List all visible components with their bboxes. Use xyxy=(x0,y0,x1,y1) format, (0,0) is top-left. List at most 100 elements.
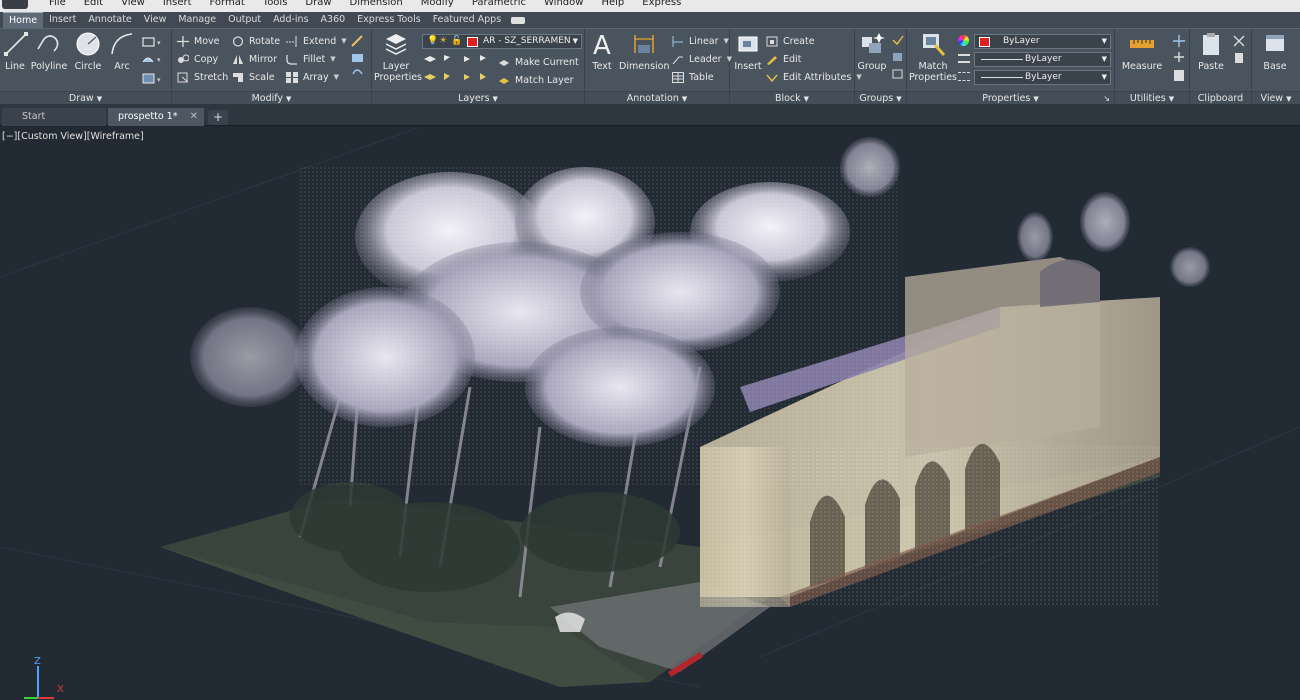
menu-express[interactable]: Express xyxy=(633,0,690,9)
tab-output[interactable]: Output xyxy=(222,12,267,28)
base-button[interactable]: Base xyxy=(1262,31,1288,72)
draw-panel-title[interactable]: Draw ▼ xyxy=(0,91,171,105)
circle-label: Circle xyxy=(74,61,102,72)
layer-dropdown[interactable]: 💡 ☀ 🔓 AR - SZ_SERRAMEN ▼ xyxy=(422,34,582,49)
tab-insert[interactable]: Insert xyxy=(43,12,82,28)
close-icon[interactable]: ✕ xyxy=(190,108,198,126)
line-label: Line xyxy=(5,61,25,72)
menu-help[interactable]: Help xyxy=(592,0,633,9)
modify-panel-title[interactable]: Modify ▼ xyxy=(172,91,371,105)
clipboard-title-text: Clipboard xyxy=(1197,93,1244,104)
menu-view[interactable]: View xyxy=(112,0,154,9)
menu-format[interactable]: Format xyxy=(201,0,254,9)
mirror-button[interactable]: Mirror xyxy=(232,51,277,67)
menu-insert[interactable]: Insert xyxy=(154,0,201,9)
tab-annotate[interactable]: Annotate xyxy=(82,12,137,28)
linear-dim-icon xyxy=(672,35,684,47)
tab-drawing[interactable]: prospetto 1* ✕ xyxy=(108,108,204,126)
color-dropdown[interactable]: ByLayer ▼ xyxy=(974,34,1111,49)
drawing-viewport[interactable]: [−][Custom View][Wireframe] Z X xyxy=(0,127,1300,700)
block-panel: Insert Create Edit Edit Attributes ▼ Bloc… xyxy=(730,29,862,105)
view-panel-title[interactable]: View ▼ xyxy=(1252,91,1300,105)
layer-properties-button[interactable]: Layer Properties xyxy=(374,31,422,83)
match-properties-button[interactable]: Match Properties xyxy=(909,31,957,83)
arc-button[interactable]: Arc xyxy=(108,31,136,72)
table-button[interactable]: Table xyxy=(672,69,714,85)
measure-button[interactable]: Measure xyxy=(1119,31,1165,72)
make-current-button[interactable]: Make Current xyxy=(498,54,579,70)
menu-parametric[interactable]: Parametric xyxy=(463,0,535,9)
paste-button[interactable]: Paste xyxy=(1194,31,1228,72)
paste-label: Paste xyxy=(1198,61,1224,72)
block-panel-title[interactable]: Block ▼ xyxy=(730,91,854,105)
menu-draw[interactable]: Draw xyxy=(296,0,340,9)
lineweight-dropdown[interactable]: ByLayer ▼ xyxy=(974,52,1111,67)
layers-panel-title[interactable]: Layers ▼ xyxy=(372,91,584,105)
rotate-button[interactable]: Rotate xyxy=(232,33,280,49)
text-button[interactable]: A Text xyxy=(589,31,615,72)
layers-title-text: Layers xyxy=(458,93,490,104)
extend-button[interactable]: Extend ▼ xyxy=(286,33,347,49)
chevron-down-icon: ▼ xyxy=(572,37,578,45)
group-tools-icons[interactable] xyxy=(891,34,905,84)
ucs-icon[interactable]: Z X xyxy=(20,650,80,700)
application-menu-button[interactable] xyxy=(2,0,28,9)
edit-block-button[interactable]: Edit xyxy=(766,51,801,67)
stretch-button[interactable]: Stretch xyxy=(177,69,228,85)
text-icon: A xyxy=(593,31,611,57)
create-block-button[interactable]: Create xyxy=(766,33,815,49)
menu-file[interactable]: File xyxy=(40,0,75,9)
menu-window[interactable]: Window xyxy=(535,0,592,9)
linear-label: Linear xyxy=(689,35,719,47)
tab-a360[interactable]: A360 xyxy=(315,12,352,28)
lineweight-icon xyxy=(958,54,970,63)
mirror-icon xyxy=(232,54,244,65)
edit-attributes-button[interactable]: Edit Attributes ▼ xyxy=(766,69,862,85)
copy-button[interactable]: Copy xyxy=(177,51,218,67)
scale-button[interactable]: Scale xyxy=(232,69,275,85)
dimension-button[interactable]: Dimension xyxy=(619,31,670,72)
create-label: Create xyxy=(783,35,815,47)
new-tab-button[interactable]: + xyxy=(208,110,228,125)
array-button[interactable]: Array ▼ xyxy=(286,69,339,85)
annotation-panel-title[interactable]: Annotation ▼ xyxy=(585,91,729,105)
linear-button[interactable]: Linear ▼ xyxy=(672,33,729,49)
tab-featured-apps[interactable]: Featured Apps xyxy=(427,12,507,28)
tab-express-tools[interactable]: Express Tools xyxy=(351,12,427,28)
group-button[interactable]: Group xyxy=(857,31,887,72)
ribbon: Line Polyline Circle Arc ▾ ▾ ▾ Draw ▼ Mov… xyxy=(0,28,1300,105)
layer-tools-icons[interactable] xyxy=(422,53,502,89)
menu-edit[interactable]: Edit xyxy=(75,0,112,9)
line-button[interactable]: Line xyxy=(3,31,28,72)
edit-block-icon xyxy=(766,54,778,65)
leader-button[interactable]: Leader ▼ xyxy=(672,51,732,67)
insert-block-button[interactable]: Insert xyxy=(733,31,763,72)
draw-small-tools-icon[interactable]: ▾ ▾ ▾ xyxy=(141,36,167,86)
linetype-dropdown[interactable]: ByLayer ▼ xyxy=(974,70,1111,85)
tab-start[interactable]: Start xyxy=(2,108,106,126)
fillet-button[interactable]: Fillet ▼ xyxy=(286,51,336,67)
create-block-icon xyxy=(766,36,778,47)
tab-view[interactable]: View xyxy=(138,12,173,28)
mirror-label: Mirror xyxy=(249,53,277,65)
polyline-button[interactable]: Polyline xyxy=(30,31,68,72)
utilities-panel-title[interactable]: Utilities ▼ xyxy=(1115,91,1189,105)
utility-tools-icons[interactable] xyxy=(1171,34,1187,84)
match-layer-button[interactable]: Match Layer xyxy=(498,72,574,88)
menu-dimension[interactable]: Dimension xyxy=(341,0,412,9)
move-button[interactable]: Move xyxy=(177,33,219,49)
modify-extra-tools-icon[interactable] xyxy=(350,34,366,84)
tab-home[interactable]: Home xyxy=(3,12,44,28)
properties-panel: Match Properties ByLayer ▼ ByLayer ▼ ByL… xyxy=(907,29,1115,105)
menu-modify[interactable]: Modify xyxy=(412,0,463,9)
ribbon-options-button[interactable] xyxy=(507,12,529,28)
tab-add-ins[interactable]: Add-ins xyxy=(267,12,314,28)
circle-button[interactable]: Circle xyxy=(72,31,104,72)
groups-panel-title[interactable]: Groups ▼ xyxy=(855,91,906,105)
properties-panel-title[interactable]: Properties ▼ ↘ xyxy=(907,91,1114,105)
table-label: Table xyxy=(689,71,714,83)
clipboard-panel-title[interactable]: Clipboard xyxy=(1190,91,1251,105)
tab-manage[interactable]: Manage xyxy=(172,12,222,28)
menu-tools[interactable]: Tools xyxy=(254,0,297,9)
clipboard-tools-icons[interactable] xyxy=(1232,34,1248,68)
